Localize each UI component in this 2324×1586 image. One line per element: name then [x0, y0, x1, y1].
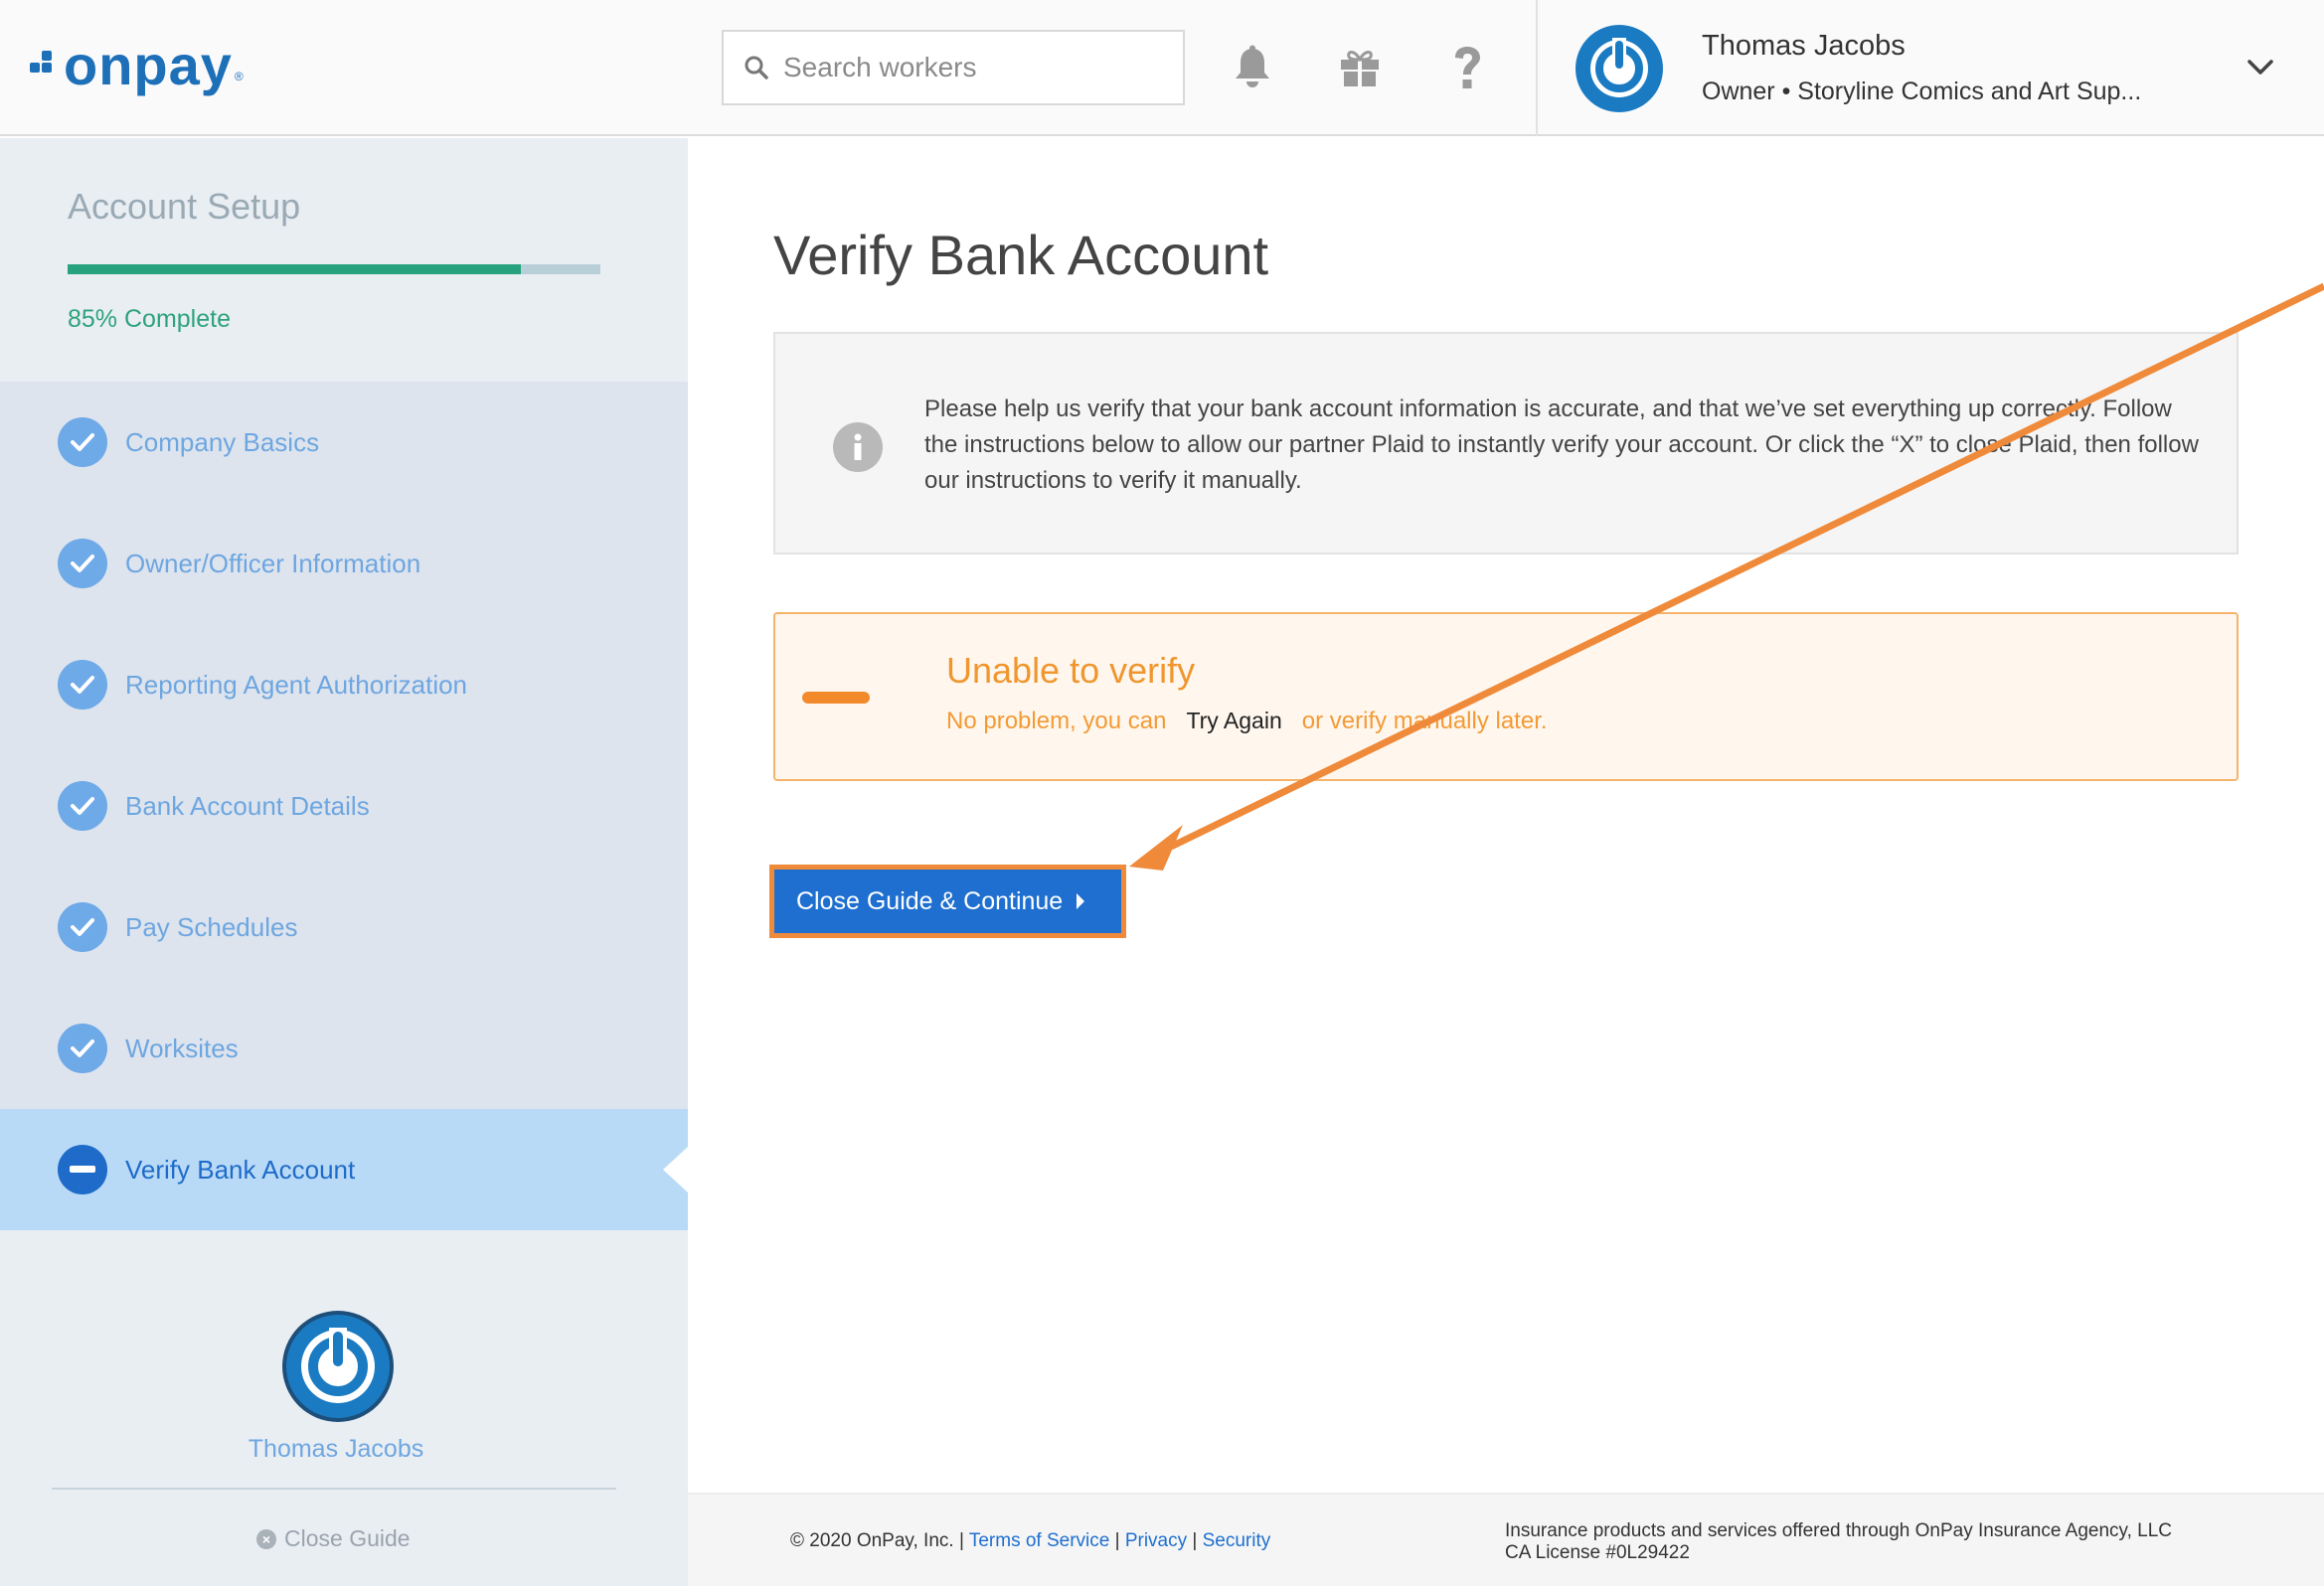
footer-separator: |	[1114, 1530, 1120, 1551]
search-input[interactable]	[783, 52, 1161, 83]
page-footer: © 2020 OnPay, Inc. | Terms of Service | …	[688, 1493, 2324, 1586]
help-button[interactable]	[1442, 40, 1492, 95]
bell-icon	[1236, 45, 1269, 87]
search-icon	[745, 56, 768, 79]
checkmark-icon	[58, 417, 107, 467]
gifts-button[interactable]	[1335, 40, 1385, 95]
active-step-pointer	[663, 1147, 688, 1192]
guide-avatar	[282, 1311, 394, 1422]
info-text: Please help us verify that your bank acc…	[924, 396, 2199, 494]
checkmark-icon	[58, 660, 107, 710]
onpay-logo[interactable]: onpay ®	[30, 36, 244, 95]
footer-copyright: © 2020 OnPay, Inc. |	[790, 1530, 964, 1551]
user-role-company[interactable]: Owner • Storyline Comics and Art Sup...	[1702, 78, 2141, 106]
close-guide-link[interactable]: × Close Guide	[256, 1525, 411, 1552]
help-icon	[1455, 47, 1480, 88]
minus-icon	[802, 692, 870, 704]
close-guide-continue-button[interactable]: Close Guide & Continue	[774, 870, 1121, 933]
alert-text-before: No problem, you can	[946, 708, 1167, 734]
setup-steps-list: Company Basics Owner/Officer Information R…	[0, 382, 688, 1230]
sidebar-step-label: Bank Account Details	[125, 790, 370, 821]
sidebar-step-label: Company Basics	[125, 426, 320, 457]
alert-message: No problem, you can Try Again or verify …	[946, 708, 1548, 735]
setup-progress-bar	[68, 264, 600, 274]
sidebar-title: Account Setup	[68, 186, 301, 227]
cta-label: Close Guide & Continue	[796, 886, 1064, 915]
user-avatar[interactable]	[1575, 24, 1664, 113]
sidebar-step-item[interactable]: Bank Account Details	[0, 745, 688, 867]
try-again-link[interactable]: Try Again	[1186, 708, 1281, 734]
checkmark-icon	[58, 539, 107, 588]
checkmark-icon	[58, 1024, 107, 1073]
close-circle-icon: ×	[256, 1528, 276, 1549]
guide-user-name: Thomas Jacobs	[248, 1435, 424, 1463]
sidebar-step-label: Worksites	[125, 1032, 239, 1063]
insurance-line: Insurance products and services offered …	[1505, 1520, 2173, 1541]
logo-dots-icon	[30, 51, 60, 80]
insurance-disclaimer: Insurance products and services offered …	[1505, 1520, 2172, 1564]
sidebar-step-item[interactable]: Worksites	[0, 988, 688, 1109]
logo-wordmark: onpay	[64, 34, 233, 96]
sidebar-step-item[interactable]: Verify Bank Account	[0, 1109, 688, 1230]
caret-right-icon	[1077, 893, 1085, 909]
checkmark-icon	[58, 781, 107, 831]
footer-links: © 2020 OnPay, Inc. | Terms of Service | …	[790, 1530, 1270, 1552]
sidebar-step-item[interactable]: Pay Schedules	[0, 867, 688, 988]
notifications-button[interactable]	[1228, 40, 1277, 95]
progress-label: 85% Complete	[68, 305, 231, 333]
sidebar-step-label: Owner/Officer Information	[125, 548, 421, 578]
sidebar-step-item[interactable]: Company Basics	[0, 382, 688, 503]
logo-registered-mark: ®	[234, 70, 244, 83]
security-link[interactable]: Security	[1203, 1530, 1271, 1551]
gift-icon	[1341, 51, 1379, 86]
user-name[interactable]: Thomas Jacobs	[1702, 30, 1906, 63]
footer-separator: |	[1192, 1530, 1198, 1551]
sidebar-step-label: Reporting Agent Authorization	[125, 669, 468, 700]
info-icon	[833, 422, 883, 472]
page-title: Verify Bank Account	[773, 224, 1269, 286]
info-panel: Please help us verify that your bank acc…	[773, 332, 2239, 555]
sidebar-step-item[interactable]: Owner/Officer Information	[0, 503, 688, 624]
unable-to-verify-alert: Unable to verify No problem, you can Try…	[773, 612, 2239, 781]
alert-text-after: or verify manually later.	[1301, 708, 1548, 734]
setup-sidebar: Account Setup 85% Complete Company Basic…	[0, 138, 688, 1586]
license-line: CA License #0L29422	[1505, 1542, 1690, 1563]
minus-circle-icon	[58, 1145, 107, 1194]
top-header: onpay ® Search workers Thomas Jacobs Own…	[0, 0, 2324, 136]
header-divider	[1536, 0, 1538, 136]
sidebar-divider	[52, 1488, 616, 1490]
close-guide-label: Close Guide	[284, 1525, 411, 1551]
sidebar-step-label: Pay Schedules	[125, 911, 298, 942]
cta-highlight-frame: Close Guide & Continue	[769, 865, 1126, 938]
search-box[interactable]	[722, 30, 1185, 105]
alert-title: Unable to verify	[946, 650, 1196, 691]
terms-of-service-link[interactable]: Terms of Service	[969, 1530, 1109, 1551]
checkmark-icon	[58, 902, 107, 952]
progress-fill	[68, 264, 521, 274]
sidebar-step-label: Verify Bank Account	[125, 1154, 356, 1185]
sidebar-step-item[interactable]: Reporting Agent Authorization	[0, 624, 688, 745]
privacy-link[interactable]: Privacy	[1125, 1530, 1187, 1551]
chevron-down-icon[interactable]	[2242, 52, 2278, 81]
